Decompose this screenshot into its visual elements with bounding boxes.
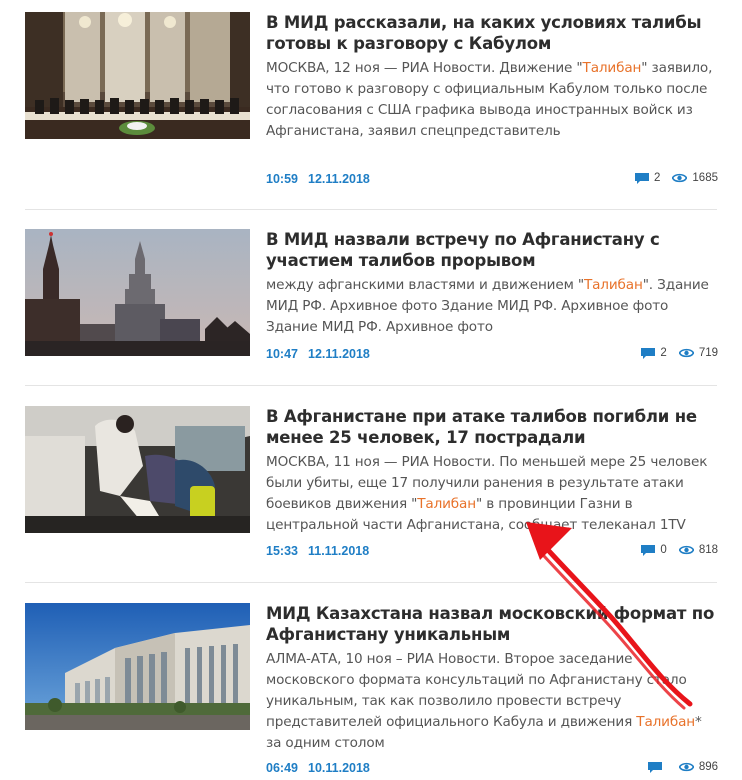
comment-icon [635,172,649,184]
lead-highlight[interactable]: Талибан [636,714,695,730]
news-stats: 0 818 [629,544,718,556]
news-stats: 2 1685 [623,172,718,184]
conference-photo [25,12,250,139]
news-date: 10.11.2018 [308,761,370,775]
thumbnail-ministry-building-photo[interactable] [25,603,250,730]
news-lead: между афганскими властями и движением "Т… [266,275,718,338]
news-item[interactable]: В Афганистане при атаке талибов погибли … [25,406,718,583]
news-feed: В МИД рассказали, на каких условиях тали… [0,0,742,780]
comment-icon [647,761,662,773]
news-body: В МИД рассказали, на каких условиях тали… [266,12,718,142]
ministry-building-photo [25,603,250,730]
eye-icon [672,173,688,183]
views-counter: 719 [678,347,718,359]
news-title[interactable]: В МИД назвали встречу по Афганистану с у… [266,229,718,271]
lead-highlight[interactable]: Талибан [584,277,643,293]
lead-text: АЛМА-АТА, 10 ноя – РИА Новости. Второе з… [266,651,687,730]
lead-text: между афганскими властями и движением " [266,277,584,293]
news-lead: МОСКВА, 12 ноя — РИА Новости. Движение "… [266,58,718,142]
news-item[interactable]: МИД Казахстана назвал московский формат … [25,603,718,780]
news-meta: 10:47 12.11.2018 2 719 [266,347,718,365]
news-body: В МИД назвали встречу по Афганистану с у… [266,229,718,338]
comments-count: 0 [660,544,667,556]
news-meta: 10:59 12.11.2018 2 1685 [266,172,718,190]
news-title[interactable]: В Афганистане при атаке талибов погибли … [266,406,718,448]
comment-icon [641,347,656,359]
news-date: 12.11.2018 [308,172,370,186]
news-meta: 06:49 10.11.2018 896 [266,761,718,779]
news-body: В Афганистане при атаке талибов погибли … [266,406,718,536]
news-meta: 15:33 11.11.2018 0 818 [266,544,718,562]
news-time: 10:47 [266,347,298,361]
news-time: 15:33 [266,544,298,558]
lead-highlight[interactable]: Талибан [417,496,476,512]
views-count: 818 [698,544,718,556]
news-item[interactable]: В МИД назвали встречу по Афганистану с у… [25,229,718,386]
thumbnail-ambulance-photo[interactable] [25,406,250,533]
news-lead: МОСКВА, 11 ноя — РИА Новости. По меньшей… [266,452,718,536]
views-counter: 1685 [672,172,718,184]
news-stats: 896 [636,761,718,773]
news-time: 10:59 [266,172,298,186]
comments-count: 2 [654,172,661,184]
news-date: 12.11.2018 [308,347,370,361]
moscow-skyline-photo [25,229,250,356]
views-count: 896 [698,761,718,773]
lead-highlight[interactable]: Талибан [583,60,642,76]
comments-count: 2 [660,347,667,359]
news-date: 11.11.2018 [308,544,370,558]
views-count: 1685 [692,172,718,184]
views-count: 719 [698,347,718,359]
news-lead: АЛМА-АТА, 10 ноя – РИА Новости. Второе з… [266,649,718,754]
eye-icon [678,762,694,772]
comment-icon [641,544,656,556]
news-title[interactable]: МИД Казахстана назвал московский формат … [266,603,718,645]
eye-icon [678,545,694,555]
news-title[interactable]: В МИД рассказали, на каких условиях тали… [266,12,718,54]
comments-counter[interactable]: 2 [641,347,667,359]
comments-counter[interactable] [647,761,667,773]
comments-counter[interactable]: 0 [641,544,667,556]
news-body: МИД Казахстана назвал московский формат … [266,603,718,754]
eye-icon [678,348,694,358]
views-counter: 818 [678,544,718,556]
lead-text: МОСКВА, 12 ноя — РИА Новости. Движение " [266,60,583,76]
thumbnail-moscow-skyline-photo[interactable] [25,229,250,356]
thumbnail-conference-photo[interactable] [25,12,250,139]
comments-counter[interactable]: 2 [635,172,660,184]
news-time: 06:49 [266,761,298,775]
news-item[interactable]: В МИД рассказали, на каких условиях тали… [25,12,718,210]
news-stats: 2 719 [629,347,718,359]
views-counter: 896 [678,761,718,773]
ambulance-photo [25,406,250,533]
